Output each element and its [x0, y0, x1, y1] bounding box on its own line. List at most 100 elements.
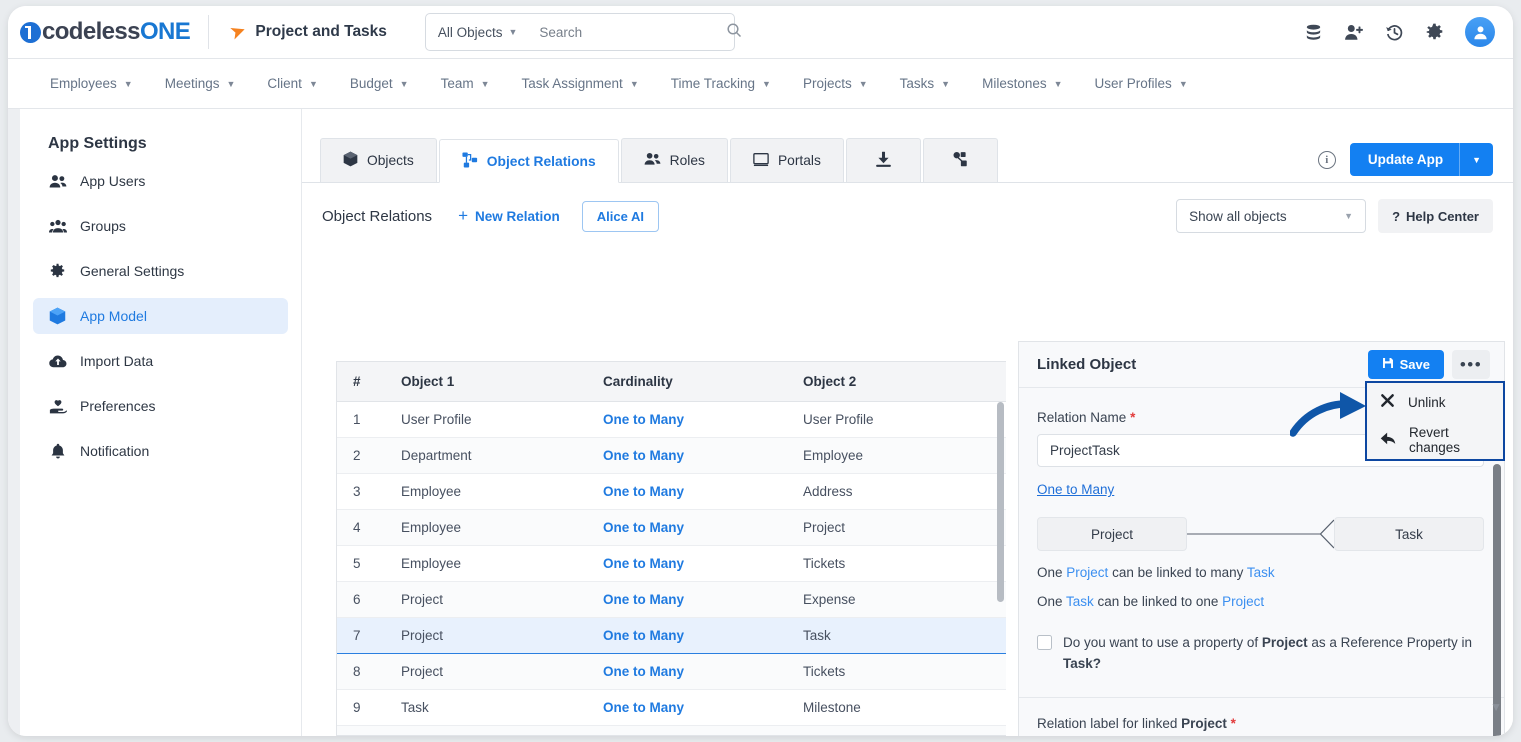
- chevron-down-icon: ▼: [508, 27, 518, 37]
- tab-roles[interactable]: Roles: [620, 138, 728, 182]
- table-row[interactable]: 9 Task One to Many Milestone: [337, 689, 1006, 726]
- menu-item-client[interactable]: Client ▼: [251, 76, 333, 91]
- menu-item-projects[interactable]: Projects ▼: [787, 76, 884, 91]
- sentence-mid: can be linked to many: [1108, 565, 1247, 580]
- search-input[interactable]: [529, 14, 727, 50]
- menu-item-task-assignment[interactable]: Task Assignment ▼: [506, 76, 655, 91]
- table-row[interactable]: 10 Client One to Many Address: [337, 725, 1006, 735]
- checkbox-pre: Do you want to use a property of: [1063, 635, 1262, 650]
- column-header-cardinality[interactable]: Cardinality: [591, 362, 791, 402]
- row-number: 4: [337, 509, 381, 546]
- panel-scrollbar-thumb[interactable]: [1493, 464, 1501, 736]
- sidebar-item-app-users[interactable]: App Users: [33, 163, 288, 199]
- history-icon[interactable]: [1385, 23, 1404, 42]
- menu-item-tasks[interactable]: Tasks ▼: [884, 76, 966, 91]
- column-header-object2[interactable]: Object 2: [791, 362, 1006, 402]
- search-icon[interactable]: [726, 22, 754, 42]
- brand-logo[interactable]: codelessONE: [8, 6, 208, 58]
- back-arrow-icon: [1380, 431, 1396, 449]
- main-menu-bar: Employees ▼ Meetings ▼ Client ▼ Budget ▼…: [8, 59, 1513, 109]
- row-cardinality-link[interactable]: One to Many: [603, 412, 684, 427]
- section-title: Object Relations: [322, 207, 433, 225]
- table-row-selected[interactable]: 7 Project One to Many Task: [337, 617, 1006, 654]
- tab-label: Roles: [669, 153, 705, 168]
- header-action-icons: [1304, 17, 1513, 47]
- tab-download[interactable]: [845, 138, 921, 182]
- show-objects-select[interactable]: Show all objects ▼: [1176, 199, 1367, 233]
- menu-item-unlink[interactable]: Unlink: [1367, 383, 1503, 421]
- row-cardinality-link[interactable]: One to Many: [603, 448, 684, 463]
- reference-property-checkbox-row[interactable]: Do you want to use a property of Project…: [1037, 633, 1484, 675]
- row-object2: Project: [791, 509, 1006, 546]
- database-icon[interactable]: [1304, 23, 1323, 42]
- row-cardinality-link[interactable]: One to Many: [603, 556, 684, 571]
- tab-label: Object Relations: [486, 153, 596, 169]
- cube-icon: [343, 151, 358, 170]
- tab-objects[interactable]: Objects: [320, 138, 437, 182]
- table-scrollbar-thumb[interactable]: [997, 402, 1004, 602]
- tab-workflow[interactable]: [922, 138, 998, 182]
- user-avatar[interactable]: [1465, 17, 1495, 47]
- menu-item-employees[interactable]: Employees ▼: [34, 76, 149, 91]
- chevron-down-icon[interactable]: ▼: [1460, 155, 1493, 165]
- tab-label: Objects: [367, 153, 414, 168]
- row-cardinality-link[interactable]: One to Many: [603, 700, 684, 715]
- sentence-mid: can be linked to one: [1093, 594, 1223, 609]
- help-center-button[interactable]: ? Help Center: [1378, 199, 1493, 233]
- row-cardinality-link[interactable]: One to Many: [603, 592, 684, 607]
- table-row[interactable]: 6 Project One to Many Expense: [337, 581, 1006, 618]
- alice-ai-button[interactable]: Alice AI: [581, 200, 659, 232]
- search-scope-dropdown[interactable]: All Objects ▼: [426, 14, 529, 50]
- menu-item-revert-changes[interactable]: Revert changes: [1367, 421, 1503, 459]
- table-row[interactable]: 5 Employee One to Many Tickets: [337, 545, 1006, 582]
- sidebar-item-app-model[interactable]: App Model: [33, 298, 288, 334]
- update-app-button[interactable]: Update App ▼: [1349, 143, 1493, 176]
- sidebar-item-general-settings[interactable]: General Settings: [33, 253, 288, 289]
- table-row[interactable]: 3 Employee One to Many Address: [337, 473, 1006, 510]
- relations-icon: [462, 151, 478, 171]
- chevron-down-icon: ▼: [1344, 211, 1354, 221]
- tab-portals[interactable]: Portals: [729, 138, 844, 182]
- row-cardinality-link[interactable]: One to Many: [603, 664, 684, 679]
- menu-item-time-tracking[interactable]: Time Tracking ▼: [655, 76, 787, 91]
- save-disk-icon: [1382, 357, 1394, 372]
- sidebar-item-groups[interactable]: Groups: [33, 208, 288, 244]
- reference-property-text: Do you want to use a property of Project…: [1063, 633, 1484, 675]
- reference-property-checkbox[interactable]: [1037, 635, 1052, 650]
- sentence-pre: One: [1037, 594, 1067, 609]
- table-row[interactable]: 4 Employee One to Many Project: [337, 509, 1006, 546]
- global-search-box[interactable]: All Objects ▼: [424, 13, 742, 51]
- object-name: Task: [1066, 594, 1094, 609]
- more-options-button[interactable]: •••: [1452, 350, 1490, 379]
- menu-item-user-profiles[interactable]: User Profiles ▼: [1079, 76, 1204, 91]
- row-number: 10: [337, 725, 381, 735]
- sidebar-title: App Settings: [48, 135, 147, 152]
- scroll-down-caret-icon[interactable]: ▼: [1490, 700, 1502, 714]
- menu-item-meetings[interactable]: Meetings ▼: [149, 76, 252, 91]
- sidebar-item-preferences[interactable]: Preferences: [33, 388, 288, 424]
- add-user-icon[interactable]: [1344, 23, 1364, 42]
- table-row[interactable]: 2 Department One to Many Employee: [337, 437, 1006, 474]
- column-header-num[interactable]: #: [337, 362, 381, 402]
- sidebar-item-notification[interactable]: Notification: [33, 433, 288, 469]
- menu-item-budget[interactable]: Budget ▼: [334, 76, 425, 91]
- column-header-object1[interactable]: Object 1: [381, 362, 591, 402]
- tab-object-relations[interactable]: Object Relations: [438, 139, 619, 183]
- menu-item-team[interactable]: Team ▼: [425, 76, 506, 91]
- row-cardinality-link[interactable]: One to Many: [603, 484, 684, 499]
- gear-icon[interactable]: [1425, 23, 1444, 42]
- menu-item-milestones[interactable]: Milestones ▼: [966, 76, 1078, 91]
- menu-label: Tasks: [899, 76, 935, 91]
- table-row[interactable]: 8 Project One to Many Tickets: [337, 653, 1006, 690]
- new-relation-button[interactable]: + New Relation: [458, 206, 560, 226]
- row-number: 6: [337, 581, 381, 618]
- sidebar-item-import-data[interactable]: Import Data: [33, 343, 288, 379]
- cardinality-link[interactable]: One to Many: [1037, 482, 1114, 497]
- app-window: codelessONE ➤ Project and Tasks All Obje…: [8, 6, 1513, 736]
- save-button[interactable]: Save: [1367, 350, 1444, 379]
- info-icon[interactable]: i: [1317, 150, 1336, 169]
- row-cardinality-link[interactable]: One to Many: [603, 520, 684, 535]
- row-object1: Task: [381, 689, 591, 726]
- table-row[interactable]: 1 User Profile One to Many User Profile: [337, 401, 1006, 438]
- row-cardinality-link[interactable]: One to Many: [603, 628, 684, 643]
